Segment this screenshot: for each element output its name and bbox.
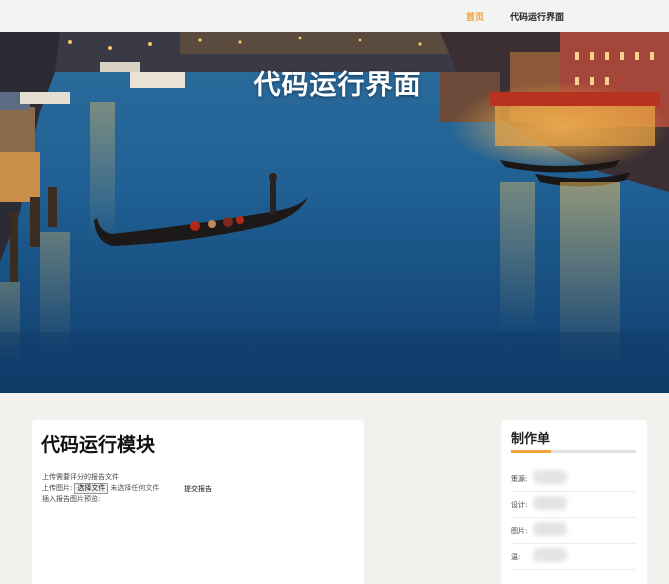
credits-row: 策源: xyxy=(511,466,636,492)
credits-row: 设计: xyxy=(511,492,636,518)
blurred-value xyxy=(533,470,567,484)
credits-row: 温: xyxy=(511,544,636,570)
module-title: 代码运行模块 xyxy=(41,434,156,456)
submit-report-button[interactable]: 提交报告 xyxy=(184,484,212,494)
credits-row: 图片: xyxy=(511,518,636,544)
credits-card: 制作单 策源: 设计: 图片: 温: xyxy=(501,420,647,584)
upload-image-label: 上传图片: xyxy=(42,484,73,492)
blurred-value xyxy=(533,522,567,536)
credits-row-label: 设计: xyxy=(511,501,528,509)
insert-preview-text: 插入报告图片预览: xyxy=(42,495,101,503)
upload-image-row: 上传图片: 选择文件 未选择任何文件 xyxy=(42,483,159,494)
credits-row-label: 温: xyxy=(511,553,521,561)
credits-title: 制作单 xyxy=(511,432,551,447)
no-file-chosen-text: 未选择任何文件 xyxy=(110,484,160,492)
choose-file-button[interactable]: 选择文件 xyxy=(74,483,109,494)
credits-row-label: 图片: xyxy=(511,527,528,535)
blurred-value xyxy=(533,496,567,510)
hero-banner: 代码运行界面 xyxy=(0,32,669,393)
credits-title-underline xyxy=(511,450,636,453)
top-nav-bar: 首页 代码运行界面 xyxy=(0,0,669,32)
nav-code-run-link[interactable]: 代码运行界面 xyxy=(510,10,564,23)
hero-title: 代码运行界面 xyxy=(253,70,422,101)
code-run-module-card: 代码运行模块 上传需要评分的报告文件 上传图片: 选择文件 未选择任何文件 提交报告… xyxy=(32,420,364,584)
credits-underline-accent xyxy=(511,450,551,453)
blurred-value xyxy=(533,548,567,562)
credits-row-label: 策源: xyxy=(511,475,528,483)
upload-report-text: 上传需要评分的报告文件 xyxy=(42,473,119,481)
nav-home-link[interactable]: 首页 xyxy=(466,10,484,23)
